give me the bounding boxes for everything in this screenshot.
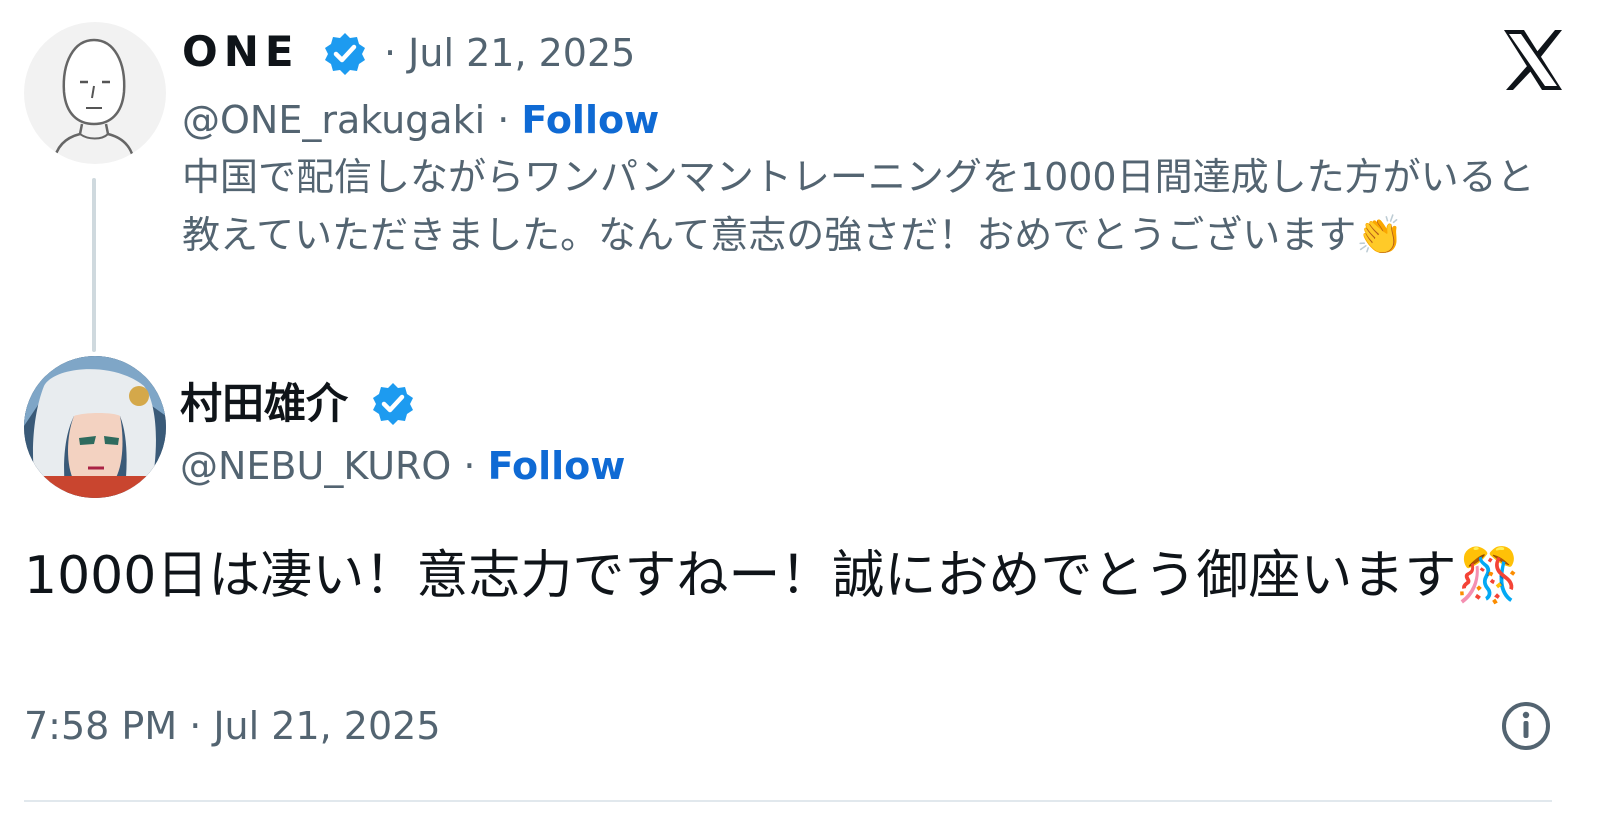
follow-button-one[interactable]: Follow (521, 98, 659, 142)
reply-handle[interactable]: @NEBU_KURO (180, 444, 451, 488)
avatar-nebu-kuro[interactable] (24, 356, 166, 498)
verified-badge-icon (373, 383, 413, 425)
reply-handle-row: @NEBU_KURO · Follow (180, 440, 625, 492)
info-icon[interactable] (1500, 700, 1552, 752)
parent-tweet-text: 中国で配信しながらワンパンマントレーニングを1000日間達成した方がいると教えて… (182, 155, 1535, 257)
separator-dot: · (485, 98, 522, 142)
reply-tweet-text: 1000日は凄い！意志力ですねー！誠におめでとう御座います🎊 (24, 546, 1522, 606)
separator-dot: · (451, 444, 488, 488)
parent-display-name[interactable]: ONE (182, 24, 300, 80)
parent-tweet-date[interactable]: · Jul 21, 2025 (384, 28, 635, 78)
thread-connector-line (92, 178, 96, 352)
tweet-timestamp[interactable]: 7:58 PM · Jul 21, 2025 (24, 700, 441, 752)
bottom-divider (24, 800, 1552, 802)
reply-display-name[interactable]: 村田雄介 (180, 376, 348, 432)
parent-handle-row: @ONE_rakugaki · Follow (182, 94, 659, 146)
verified-badge-icon (325, 33, 365, 75)
follow-button-nebu-kuro[interactable]: Follow (488, 444, 626, 488)
avatar-one[interactable] (24, 22, 166, 164)
x-logo-icon[interactable] (1500, 28, 1566, 92)
parent-handle[interactable]: @ONE_rakugaki (182, 98, 485, 142)
